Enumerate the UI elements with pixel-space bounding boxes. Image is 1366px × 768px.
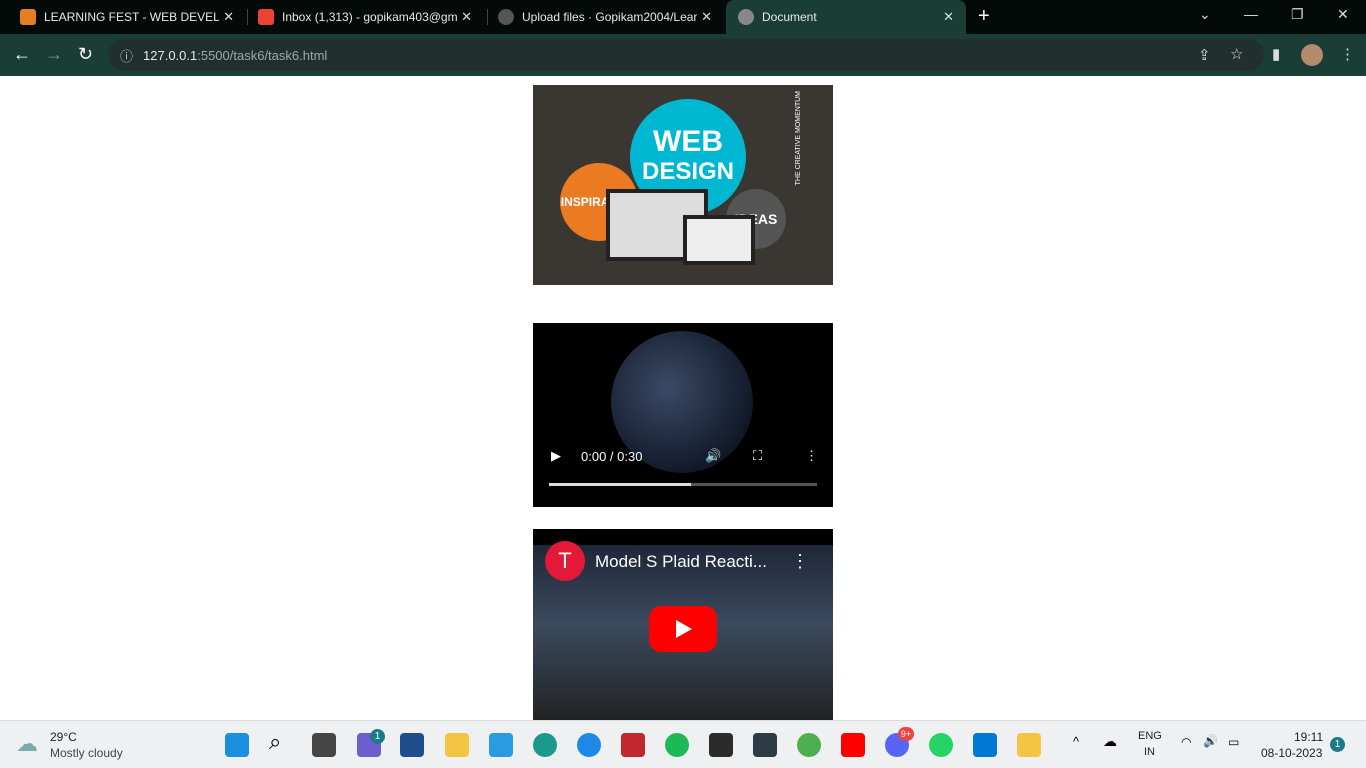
tab-github[interactable]: Upload files · Gopikam2004/Lear ✕ <box>478 0 724 34</box>
github-icon <box>498 9 514 25</box>
tab-learning-fest[interactable]: LEARNING FEST - WEB DEVELOP ✕ <box>0 0 246 34</box>
gmail-icon <box>258 9 274 25</box>
spotify-icon[interactable] <box>665 733 689 757</box>
video-player[interactable]: ▶ 0:00 / 0:30 🔊 ⛶ ⋮ <box>533 323 833 507</box>
volume-icon[interactable]: 🔊 <box>1203 734 1218 748</box>
reload-icon[interactable]: ↻ <box>78 44 93 65</box>
restore-icon[interactable]: ❐ <box>1291 6 1304 23</box>
store-icon[interactable] <box>400 733 424 757</box>
info-icon: ⓘ <box>120 48 134 64</box>
show-hidden-icons[interactable]: ^ <box>1073 734 1079 749</box>
chrome-icon[interactable] <box>797 733 821 757</box>
start-icon[interactable] <box>225 733 249 757</box>
globe-icon <box>738 9 754 25</box>
profile-avatar[interactable] <box>1301 44 1323 66</box>
edge-icon[interactable] <box>533 733 557 757</box>
bookmark-star-icon[interactable]: ☆ <box>1230 45 1243 63</box>
task-view-icon[interactable] <box>312 733 336 757</box>
side-panel-icon[interactable]: ▮ <box>1272 45 1280 63</box>
taskbar: ☁ 29°C Mostly cloudy ⌕ 1 9+ ^ ☁ ENG IN ◠… <box>0 720 1366 768</box>
close-tab-icon[interactable]: ✕ <box>223 9 234 25</box>
play-button[interactable]: ▶ <box>551 448 561 464</box>
tesla-channel-icon[interactable]: T <box>545 541 585 581</box>
youtube-play-button[interactable] <box>649 606 717 652</box>
app-icon[interactable] <box>753 733 777 757</box>
volume-icon[interactable]: 🔊 <box>705 448 721 464</box>
menu-icon[interactable]: ⋮ <box>1340 45 1355 63</box>
forward-icon[interactable]: → <box>45 44 63 65</box>
mcafee-icon[interactable] <box>621 733 645 757</box>
folder-icon[interactable] <box>1017 733 1041 757</box>
close-tab-icon[interactable]: ✕ <box>461 9 472 25</box>
browser-toolbar: ← → ↻ ⓘ 127.0.0.1:5500/task6/task6.html … <box>0 34 1366 76</box>
terminal-icon[interactable] <box>709 733 733 757</box>
help-icon[interactable] <box>577 733 601 757</box>
close-tab-icon[interactable]: ✕ <box>701 9 712 25</box>
tab-document[interactable]: Document ✕ <box>726 0 966 34</box>
fullscreen-icon[interactable]: ⛶ <box>753 448 762 464</box>
youtube-video-title[interactable]: Model S Plaid Reacti... <box>595 552 767 572</box>
onedrive-icon[interactable]: ☁ <box>1103 733 1117 750</box>
new-tab-button[interactable]: + <box>978 5 990 28</box>
myhp-icon[interactable] <box>489 733 513 757</box>
address-bar[interactable]: ⓘ 127.0.0.1:5500/task6/task6.html ⇪ ☆ <box>108 39 1264 71</box>
tab-gmail[interactable]: Inbox (1,313) - gopikam403@gm ✕ <box>238 0 484 34</box>
share-icon[interactable]: ⇪ <box>1198 46 1211 64</box>
tab-strip: LEARNING FEST - WEB DEVELOP ✕ Inbox (1,31… <box>0 0 1366 34</box>
more-options-icon[interactable]: ⋮ <box>805 448 818 464</box>
youtube-more-icon[interactable]: ⋮ <box>791 551 809 572</box>
search-icon[interactable]: ⌕ <box>269 729 281 755</box>
web-design-image: WEB DESIGN INSPIRATION IDEAS THE CREATIVE… <box>533 85 833 285</box>
close-tab-icon[interactable]: ✕ <box>943 9 954 25</box>
notification-badge[interactable]: 1 <box>1330 737 1345 752</box>
flame-icon <box>20 9 36 25</box>
close-window-icon[interactable]: ✕ <box>1337 6 1349 23</box>
file-explorer-icon[interactable] <box>445 733 469 757</box>
whatsapp-icon[interactable] <box>929 733 953 757</box>
back-icon[interactable]: ← <box>13 44 31 65</box>
minimize-icon[interactable]: — <box>1244 6 1258 22</box>
page-content: WEB DESIGN INSPIRATION IDEAS THE CREATIVE… <box>0 76 1366 720</box>
wifi-icon[interactable]: ◠ <box>1181 735 1191 749</box>
youtube-icon[interactable] <box>841 733 865 757</box>
video-progress-bar[interactable] <box>549 483 817 486</box>
weather-icon[interactable]: ☁ <box>16 731 38 757</box>
battery-icon[interactable]: ▭ <box>1228 735 1239 749</box>
video-time: 0:00 / 0:30 <box>581 449 643 464</box>
youtube-embed[interactable]: T Model S Plaid Reacti... ⋮ <box>533 529 833 720</box>
vscode-icon[interactable] <box>973 733 997 757</box>
tab-search-icon[interactable]: ⌄ <box>1199 6 1211 23</box>
